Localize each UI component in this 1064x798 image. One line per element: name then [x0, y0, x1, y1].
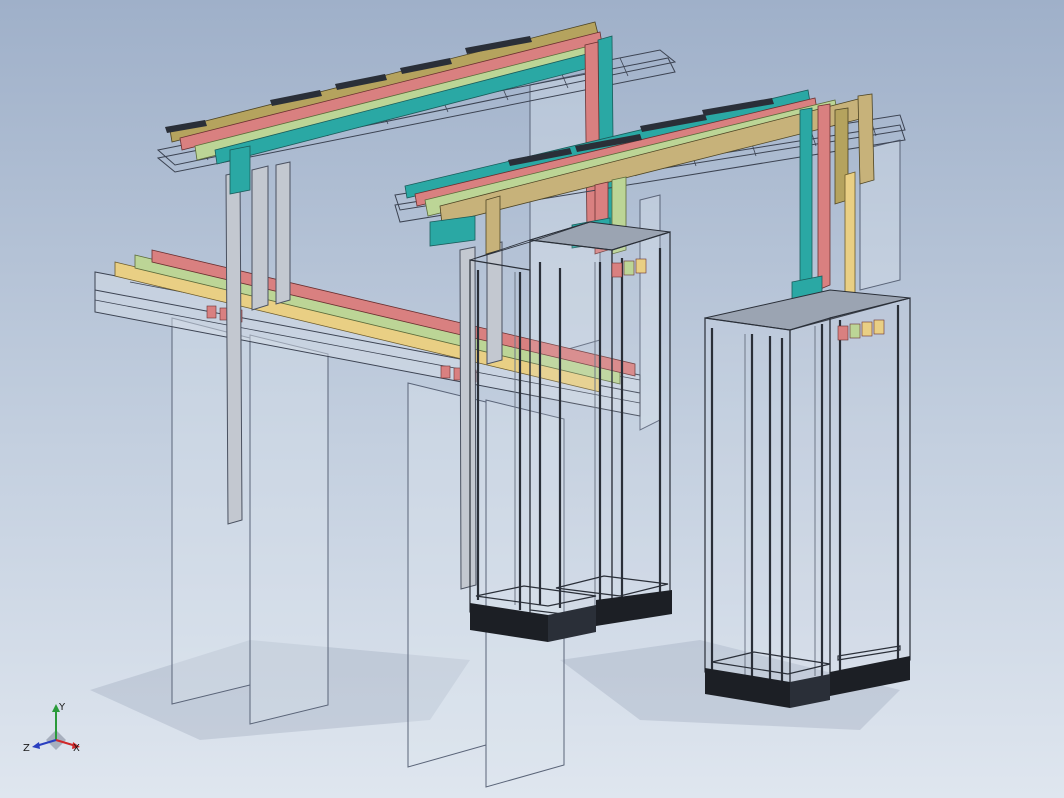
triad-x-label: X [73, 743, 80, 754]
triad-y-label: Y [58, 702, 66, 713]
triad-z-arrow-icon [32, 742, 40, 749]
cad-model-scene[interactable] [0, 0, 1064, 798]
triad-z-label: Z [23, 743, 30, 754]
3d-viewport[interactable]: X Y Z [0, 0, 1064, 798]
cabinet-pair-right [704, 289, 911, 708]
glass-panel-2 [249, 334, 329, 725]
coordinate-triad[interactable]: X Y Z [18, 700, 88, 760]
